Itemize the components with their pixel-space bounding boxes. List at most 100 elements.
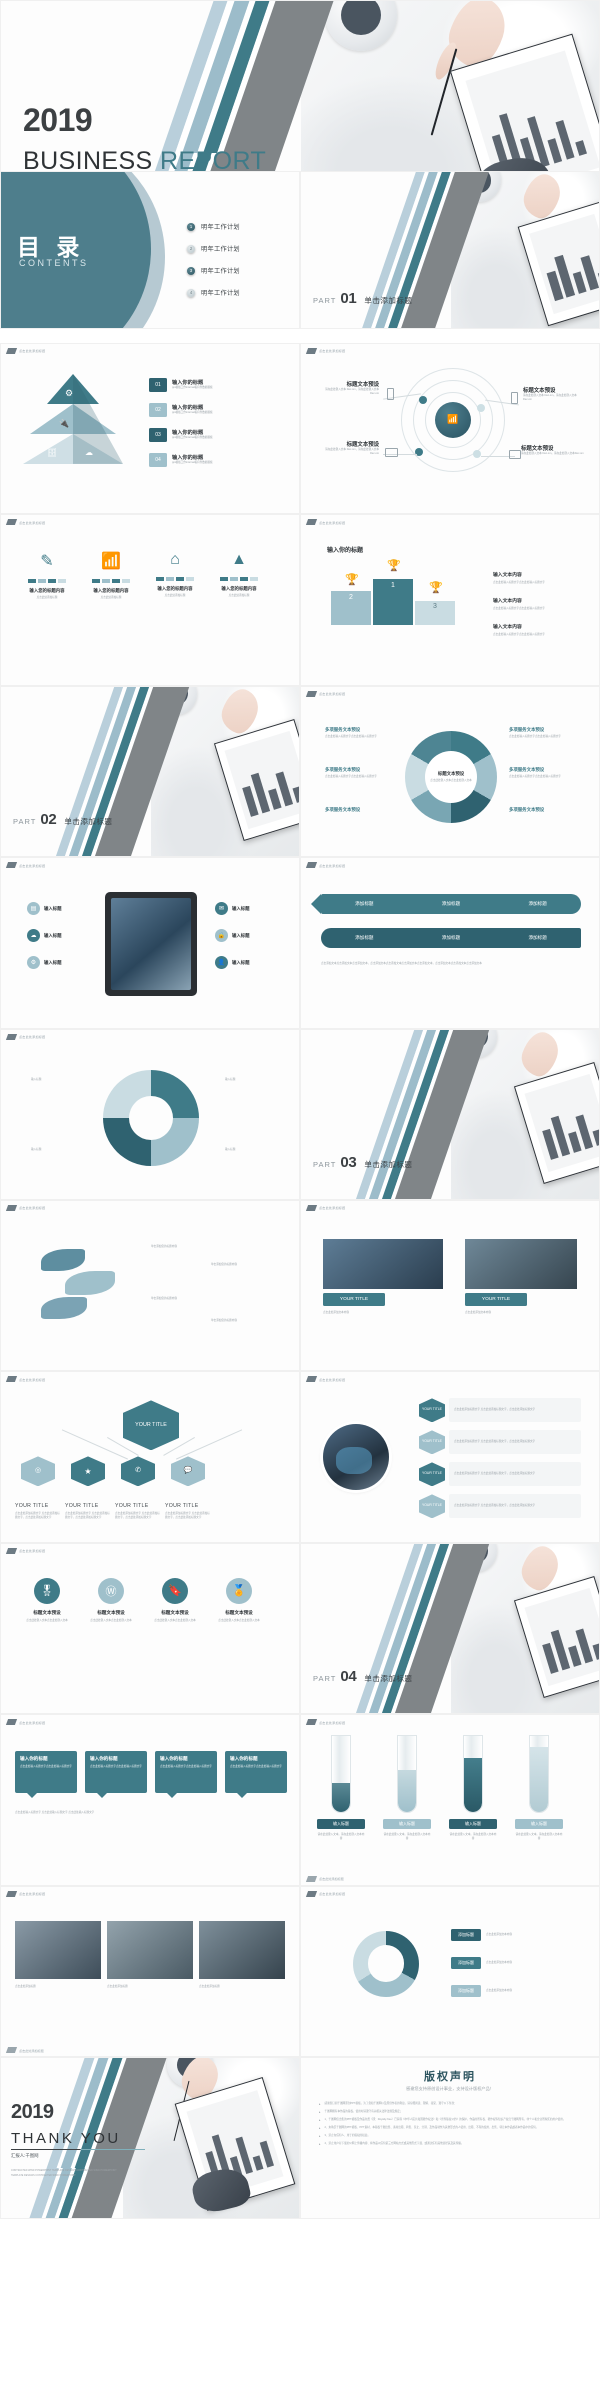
tube-3[interactable] [463, 1735, 483, 1814]
snake-label-2[interactable]: 添加标题 [442, 901, 460, 907]
quote-card-3[interactable]: 输入你的标题 点击此处输入标题文字点击此处输入标题文字 [155, 1751, 217, 1799]
hex-node-2[interactable]: ★ [71, 1456, 105, 1487]
bird-label-2[interactable]: 单击添加您的标题内容 [211, 1263, 237, 1267]
toc-item-1[interactable]: 1 明年工作计划 [187, 222, 240, 231]
slide-process-snake[interactable]: 点击此处添加标题 添加标题 添加标题 添加标题 添加标题 添加标题 添加标题 点… [300, 857, 600, 1029]
icon-bar-col-2[interactable]: 📶 输入您的标题内容 点击此处添加标题 [83, 551, 139, 600]
podium-legend-2[interactable]: 输入文本内容 点击此处输入标题文字点击此处输入标题文字 [493, 589, 579, 611]
petal-label-5[interactable]: 多项服务文本预设 [509, 767, 544, 773]
slide-photo-grid[interactable]: 点击此处添加标题 点击此处添加标题 点击此处添加标题 点击此处添加标题 点击此处… [0, 1885, 300, 2058]
quote-card-1[interactable]: 输入你的标题 点击此处输入标题文字点击此处输入标题文字 [15, 1751, 77, 1799]
slide-podium[interactable]: 点击此处添加标题 输入你的标题 🏆 🏆 🏆 2 1 3 输入文本内容 点击此处输… [300, 514, 600, 686]
slide-hex-tree[interactable]: 点击此处添加标题 YOUR TITLE ◎ ★ ✆ 💬 YOUR TITLE 点… [0, 1371, 300, 1543]
hex-list-badge-3[interactable]: YOUR TITLE [419, 1462, 445, 1487]
snake-label-4[interactable]: 添加标题 [355, 935, 373, 941]
quote-card-2[interactable]: 输入你的标题 点击此处输入标题文字点击此处输入标题文字 [85, 1751, 147, 1799]
icon-bar-col-1[interactable]: ✎ 输入您的标题内容 点击此处添加标题 [19, 551, 75, 600]
slide-tablet-icons[interactable]: 点击此处添加标题 ▤ 输入标题 ☁ 输入标题 ⚙ 输入标题 ✉ 输入标题 🔒 输… [0, 857, 300, 1029]
quote-card-4[interactable]: 输入你的标题 点击此处输入标题文字点击此处输入标题文字 [225, 1751, 287, 1799]
toc-item-2[interactable]: 2 明年工作计划 [187, 244, 240, 253]
slide-part02[interactable]: PART 02 单击添加标题 [0, 685, 300, 858]
slide-rings[interactable]: 点击此处添加标题 输入标题 输入标题 输入标题 输入标题 [0, 1028, 300, 1200]
badge-col-4[interactable]: 🏅 标题文本预设 点击此处键入文本点击此处键入文本 [209, 1577, 269, 1623]
badge-col-3[interactable]: 🔖 标题文本预设 点击此处键入文本点击此处键入文本 [145, 1577, 205, 1623]
pyramid-item-3[interactable]: 03 输入你的标题 ppt模板工作internal着有件数据模板 [149, 427, 213, 442]
hex-node-1[interactable]: ◎ [21, 1456, 55, 1487]
petal-label-2[interactable]: 多项服务文本预设 [325, 767, 360, 773]
photo-grid-item-3[interactable] [199, 1920, 285, 1979]
bird-label-4[interactable]: 单击添加您的标题内容 [211, 1319, 237, 1323]
slide-circle-petals[interactable]: 点击此处添加标题 标题文本预设 点击此处键入文本点击此处键入文本 多项服务文本预… [300, 685, 600, 858]
hex-node-3[interactable]: ✆ [121, 1456, 155, 1487]
slide-copyright[interactable]: 版权声明 感谢您支持原创设计事业，支持设计版权产品！ ▸ 感谢您订阅千图网原创P… [300, 2057, 600, 2220]
photo-card-1[interactable] [323, 1238, 443, 1289]
slide-tubes[interactable]: 点击此处添加标题 输入标题 输入标题 输入标题 输入标题 请在此处键入文本，请在… [300, 1714, 600, 1886]
slide-badges[interactable]: 点击此处添加标题 🎖 标题文本预设 点击此处键入文本点击此处键入文本 Ⓦ 标题文… [0, 1542, 300, 1715]
podium-legend-1[interactable]: 输入文本内容 点击此处输入标题文字点击此处输入标题文字 [493, 563, 579, 585]
hex-list-row-1[interactable]: 点击此处添加标题文字 点击此处添加标题文字，点击此处添加标题文字 [449, 1398, 581, 1423]
slide-part03[interactable]: PART 03 单击添加标题 [300, 1028, 600, 1200]
tablet-left-item-1[interactable]: ▤ 输入标题 [27, 902, 62, 916]
podium-legend-3[interactable]: 输入文本内容 点击此处输入标题文字点击此处输入标题文字 [493, 615, 579, 637]
snake-label-5[interactable]: 添加标题 [442, 935, 460, 941]
tablet-left-item-3[interactable]: ⚙ 输入标题 [27, 956, 62, 970]
badge-col-2[interactable]: Ⓦ 标题文本预设 点击此处键入文本点击此处键入文本 [81, 1577, 141, 1623]
icon-bar-col-3[interactable]: ⌂ 输入您的标题内容 点击此处添加标题 [147, 551, 203, 598]
tube-1[interactable] [331, 1735, 351, 1814]
tube-4[interactable] [529, 1735, 549, 1814]
hex-list-badge-4[interactable]: YOUR TITLE [419, 1494, 445, 1519]
podium-step-3[interactable]: 3 [415, 601, 455, 626]
ring-label-2[interactable]: 输入标题 [225, 1078, 235, 1082]
ring-label-4[interactable]: 输入标题 [225, 1148, 235, 1152]
step-row-3[interactable]: 添加标题 点击此处添加文本内容 [451, 1984, 580, 1997]
hex-list-row-2[interactable]: 点击此处添加标题文字 点击此处添加标题文字，点击此处添加标题文字 [449, 1430, 581, 1455]
orbit-label-2[interactable]: 标题文本预设 请在此处键入文本 Dec.om，请在此处键入文本Dec.om [523, 386, 585, 402]
petal-label-4[interactable]: 多项服务文本预设 [509, 727, 544, 733]
ring-label-1[interactable]: 输入标题 [31, 1078, 41, 1082]
hex-top[interactable]: YOUR TITLE [123, 1400, 179, 1451]
hex-node-4[interactable]: 💬 [171, 1456, 205, 1487]
bird-label-3[interactable]: 单击添加您的标题内容 [151, 1297, 177, 1301]
slide-orbit[interactable]: 点击此处添加标题 📶 标题文本预设 请在此处键入文本 Dec.om，请在此处键入… [300, 342, 600, 515]
tube-2[interactable] [397, 1735, 417, 1814]
step-row-1[interactable]: 添加标题 点击此处添加文本内容 [451, 1928, 580, 1941]
hex-list-badge-2[interactable]: YOUR TITLE [419, 1430, 445, 1455]
petal-label-1[interactable]: 多项服务文本预设 [325, 727, 360, 733]
orbit-label-4[interactable]: 标题文本预设 请在此处键入文本 Dec.om，请在此处键入文本Dec.om [521, 444, 585, 456]
slide-pyramid[interactable]: 点击此处添加标题 ⚙ 🔌 🗄 ☁ 01 输入你的标题 ppt模板工作intern… [0, 342, 300, 515]
slide-thanks[interactable]: 2019 THANK YOU 汇报人:千图网 CONTRACTED WIND P… [0, 2057, 300, 2220]
pyramid-item-2[interactable]: 02 输入你的标题 ppt模板工作internal着有件数据模板 [149, 402, 213, 417]
icon-bar-col-4[interactable]: ▲ 输入您的标题内容 点击此处添加标题 [211, 551, 267, 598]
orbit-label-3[interactable]: 标题文本预设 请在此处键入文本 Dec.om，请在此处键入文本Dec.om [317, 440, 379, 456]
tablet-right-item-2[interactable]: 🔒 输入标题 [215, 929, 250, 943]
bird-label-1[interactable]: 单击添加您的标题内容 [151, 1245, 177, 1249]
slide-photo-cards[interactable]: 点击此处添加标题 YOUR TITLE YOUR TITLE 点击此处添加文本内… [300, 1199, 600, 1372]
pyramid-item-1[interactable]: 01 输入你的标题 ppt模板工作internal着有件数据模板 [149, 377, 213, 392]
step-row-2[interactable]: 添加标题 点击此处添加文本内容 [451, 1956, 580, 1969]
petal-label-6[interactable]: 多项服务文本预设 [509, 807, 544, 813]
toc-item-4[interactable]: 4 明年工作计划 [187, 288, 240, 297]
podium-step-2[interactable]: 2 [331, 591, 371, 626]
orbit-label-1[interactable]: 标题文本预设 请在此处键入文本 Dec.om，请在此处键入文本Dec.om [317, 380, 379, 396]
tablet-left-item-2[interactable]: ☁ 输入标题 [27, 929, 62, 943]
snake-label-1[interactable]: 添加标题 [355, 901, 373, 907]
slide-quote-cards[interactable]: 点击此处添加标题 输入你的标题 点击此处输入标题文字点击此处输入标题文字 输入你… [0, 1714, 300, 1886]
photo-grid-item-1[interactable] [15, 1920, 101, 1979]
hex-list-row-4[interactable]: 点击此处添加标题文字 点击此处添加标题文字，点击此处添加标题文字 [449, 1494, 581, 1519]
photo-card-2[interactable] [465, 1238, 577, 1289]
podium-step-1[interactable]: 1 [373, 579, 413, 626]
hex-list-badge-1[interactable]: YOUR TITLE [419, 1398, 445, 1423]
hex-list-row-3[interactable]: 点击此处添加标题文字 点击此处添加标题文字，点击此处添加标题文字 [449, 1462, 581, 1487]
photo-grid-item-2[interactable] [107, 1920, 193, 1979]
ring-label-3[interactable]: 输入标题 [31, 1148, 41, 1152]
snake-label-3[interactable]: 添加标题 [528, 901, 546, 907]
toc-item-3[interactable]: 3 明年工作计划 [187, 266, 240, 275]
slide-part01[interactable]: PART 01 单击添加标题 [300, 171, 600, 330]
slide-hex-list[interactable]: 点击此处添加标题 YOUR TITLE 点击此处添加标题文字 点击此处添加标题文… [300, 1371, 600, 1543]
tablet-right-item-1[interactable]: ✉ 输入标题 [215, 902, 250, 916]
petal-label-3[interactable]: 多项服务文本预设 [325, 807, 360, 813]
slide-icon-bars[interactable]: 点击此处添加标题 ✎ 输入您的标题内容 点击此处添加标题 📶 输入您的标题内容 … [0, 514, 300, 686]
badge-col-1[interactable]: 🎖 标题文本预设 点击此处键入文本点击此处键入文本 [17, 1577, 77, 1623]
slide-toc[interactable]: 目 录 CONTENTS 1 明年工作计划 2 明年工作计划 3 明年工作计划 … [0, 171, 300, 330]
snake-label-6[interactable]: 添加标题 [528, 935, 546, 941]
